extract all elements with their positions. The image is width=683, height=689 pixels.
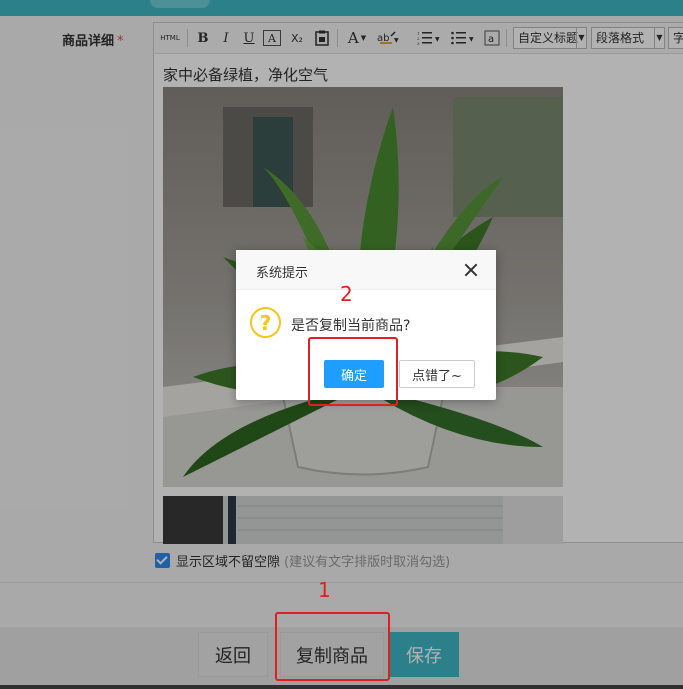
close-icon[interactable]	[463, 262, 479, 278]
dialog-title: 系统提示	[256, 266, 309, 281]
question-icon: ?	[250, 307, 281, 338]
cancel-button[interactable]: 点错了~	[399, 360, 475, 388]
annotation-box-1	[275, 612, 390, 681]
dialog-header: 系统提示	[236, 250, 496, 290]
dialog-message: 是否复制当前商品?	[291, 318, 411, 334]
annotation-number-1: 1	[318, 578, 331, 602]
annotation-number-2: 2	[340, 282, 353, 306]
annotation-box-2	[308, 337, 398, 406]
